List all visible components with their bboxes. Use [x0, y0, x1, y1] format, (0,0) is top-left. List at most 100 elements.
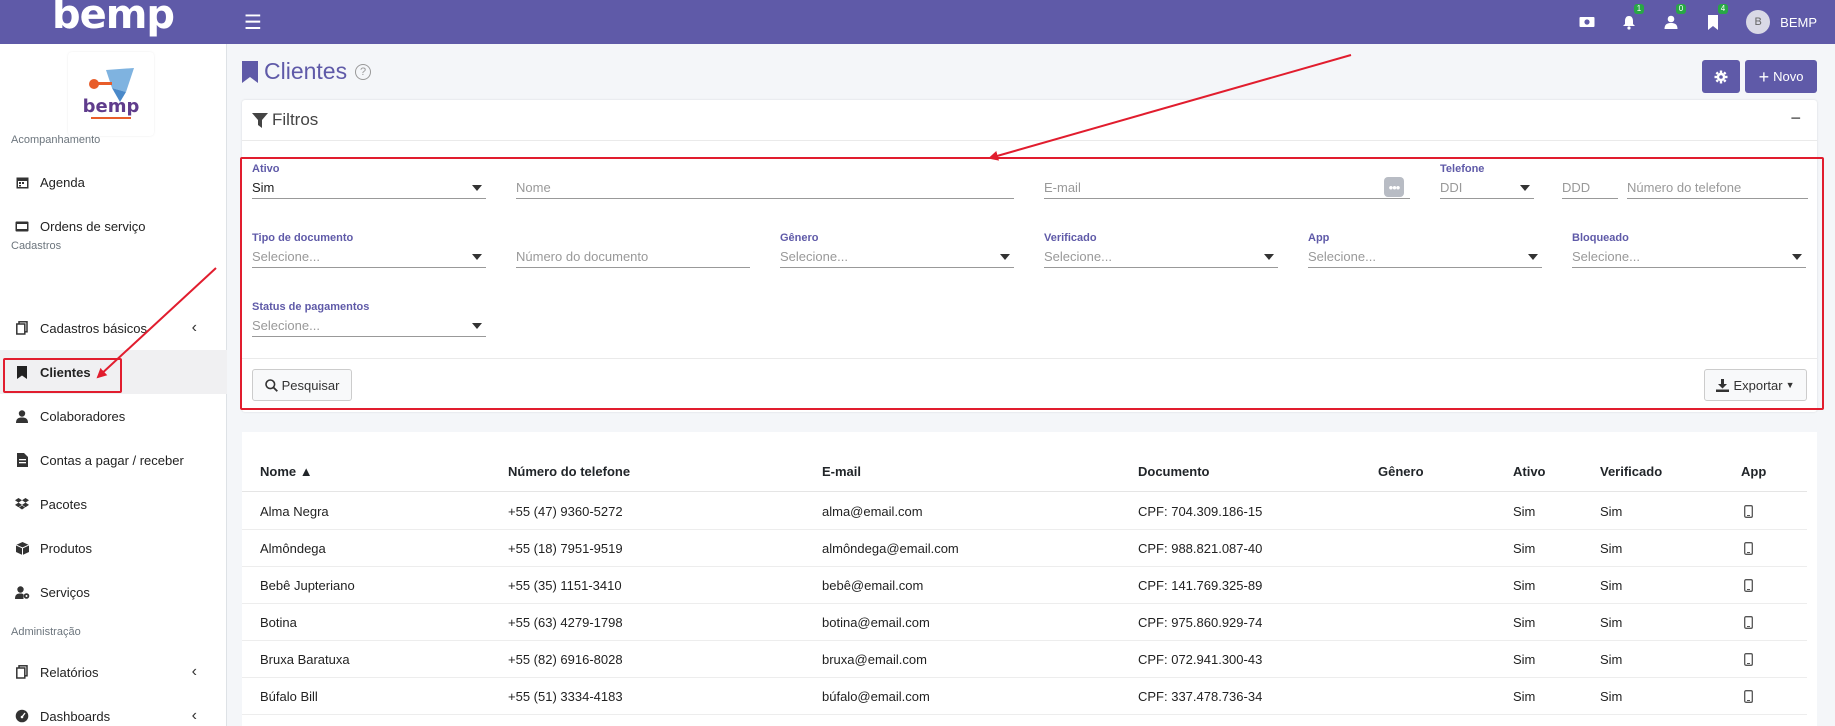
- cell-email: bebê@email.com: [822, 577, 924, 593]
- cell-documento: CPF: 975.860.929-74: [1138, 614, 1263, 630]
- sidebar-item-label: Contas a pagar / receber: [40, 452, 184, 468]
- phone-number-field[interactable]: Número do telefone: [1627, 177, 1808, 199]
- app-value[interactable]: Selecione...: [1308, 246, 1542, 268]
- menu-toggle-icon[interactable]: ☰: [244, 10, 262, 35]
- sidebar-item-relatorios[interactable]: Relatórios ‹: [0, 650, 227, 694]
- cell-nome: Almôndega: [260, 540, 326, 556]
- user-name: BEMP: [1780, 14, 1817, 30]
- numero-documento-input[interactable]: Número do documento: [516, 246, 750, 268]
- bloqueado-value[interactable]: Selecione...: [1572, 246, 1806, 268]
- table-row[interactable]: Bebê Jupteriano +55 (35) 1151-3410 bebê@em…: [242, 567, 1807, 604]
- tipo-documento-value[interactable]: Selecione...: [252, 246, 486, 268]
- sidebar-item-servicos[interactable]: Serviços: [0, 570, 227, 614]
- nome-field[interactable]: Nome: [516, 177, 1014, 199]
- cell-nome: Cebolinha X: [260, 715, 331, 726]
- verificado-value[interactable]: Selecione...: [1044, 246, 1278, 268]
- export-button[interactable]: Exportar ▼: [1704, 369, 1807, 401]
- new-client-button[interactable]: + Novo: [1745, 60, 1817, 93]
- cell-ativo: Sim: [1513, 688, 1536, 704]
- ddd-input[interactable]: DDD: [1562, 177, 1618, 199]
- phone-number-input[interactable]: Número do telefone: [1627, 177, 1808, 199]
- cell-email: alma@email.com: [822, 503, 923, 519]
- cell-documento: CPF: 988.821.087-40: [1138, 540, 1263, 556]
- cell-email: búfalo@email.com: [822, 688, 930, 704]
- cell-ativo: Sim: [1513, 503, 1536, 519]
- column-header-email[interactable]: E-mail: [822, 452, 861, 491]
- sidebar-item-label: Produtos: [40, 540, 93, 556]
- cell-verificado: Sim: [1600, 540, 1623, 556]
- numero-documento-field[interactable]: Número do documento: [516, 246, 750, 268]
- bloqueado-select[interactable]: Bloqueado Selecione...: [1572, 232, 1806, 268]
- settings-button[interactable]: [1702, 60, 1740, 93]
- table-row[interactable]: Búfalo Bill +55 (51) 3334-4183 búfalo@emai…: [242, 678, 1807, 715]
- email-field[interactable]: E-mail •••: [1044, 177, 1410, 199]
- table-row[interactable]: Bruxa Baratuxa +55 (82) 6916-8028 bruxa@em…: [242, 641, 1807, 678]
- verificado-label: Verificado: [1044, 232, 1097, 244]
- sidebar-item-label: Serviços: [40, 584, 90, 600]
- genero-label: Gênero: [780, 232, 819, 244]
- tipo-documento-select[interactable]: Tipo de documento Selecione...: [252, 232, 486, 268]
- users-badge: 0: [1675, 4, 1687, 14]
- box-icon: [14, 540, 30, 556]
- sidebar-item-colaboradores[interactable]: Colaboradores: [0, 394, 227, 438]
- email-input[interactable]: E-mail: [1044, 177, 1410, 199]
- caret-down-icon: [472, 254, 482, 260]
- nome-input[interactable]: Nome: [516, 177, 1014, 199]
- sidebar-item-dashboards[interactable]: Dashboards ‹: [0, 694, 227, 726]
- column-header-verificado[interactable]: Verificado: [1600, 452, 1662, 491]
- cell-ativo: Sim: [1513, 577, 1536, 593]
- top-navbar: bemp ☰ 1 0 4 B BEMP: [0, 0, 1835, 44]
- mobile-phone-icon: [1744, 678, 1753, 714]
- sidebar-item-label: Dashboards: [40, 708, 111, 724]
- sidebar-item-label: Colaboradores: [40, 408, 126, 424]
- sidebar-item-produtos[interactable]: Produtos: [0, 526, 227, 570]
- notifications-bell-icon[interactable]: 1: [1608, 0, 1650, 44]
- sidebar-item-cadastros-basicos[interactable]: Cadastros básicos ‹: [0, 306, 227, 350]
- invoice-icon: [14, 452, 30, 468]
- cell-telefone: +55 (35) 1151-3410: [508, 577, 622, 593]
- sidebar-item-clientes[interactable]: Clientes: [0, 350, 227, 394]
- minimize-icon[interactable]: −: [1790, 108, 1801, 129]
- cell-ativo: Sim: [1513, 540, 1536, 556]
- cell-documento: CPF: 072.941.300-43: [1138, 651, 1263, 667]
- genero-select[interactable]: Gênero Selecione...: [780, 232, 1014, 268]
- brand-logo[interactable]: bemp: [0, 0, 226, 38]
- sidebar-item-pacotes[interactable]: Pacotes: [0, 482, 227, 526]
- bookmark-icon: [242, 60, 258, 83]
- bookmarks-icon[interactable]: 4: [1692, 0, 1734, 44]
- user-menu[interactable]: B BEMP: [1746, 10, 1817, 34]
- genero-value[interactable]: Selecione...: [780, 246, 1014, 268]
- table-row[interactable]: Cebolinha X +55 (51) 895142-3677 cebolinha…: [242, 715, 1807, 726]
- password-manager-icon[interactable]: •••: [1384, 177, 1404, 197]
- help-icon[interactable]: ?: [355, 63, 372, 80]
- sidebar-item-contas[interactable]: Contas a pagar / receber: [0, 438, 227, 482]
- column-header-nome[interactable]: Nome ▲: [260, 452, 313, 491]
- ativo-select[interactable]: Ativo Sim: [252, 163, 486, 199]
- sidebar-section-cadastros: Cadastros: [11, 240, 62, 252]
- sidebar-item-agenda[interactable]: Agenda: [0, 160, 227, 204]
- column-header-app[interactable]: App: [1741, 452, 1766, 491]
- cash-icon[interactable]: [1566, 0, 1608, 44]
- column-header-genero[interactable]: Gênero: [1378, 452, 1424, 491]
- sidebar-section-administracao: Administração: [11, 626, 81, 638]
- status-pagamentos-select[interactable]: Status de pagamentos Selecione...: [252, 301, 486, 337]
- ativo-value[interactable]: Sim: [252, 177, 486, 199]
- ddd-field[interactable]: DDD: [1562, 177, 1618, 199]
- ddi-select[interactable]: Telefone DDI: [1440, 163, 1534, 199]
- table-row[interactable]: Alma Negra +55 (47) 9360-5272 alma@email.c…: [242, 493, 1807, 530]
- caret-down-icon: [472, 323, 482, 329]
- sidebar-item-label: Clientes: [40, 364, 91, 380]
- caret-down-icon: [1264, 254, 1274, 260]
- verificado-select[interactable]: Verificado Selecione...: [1044, 232, 1278, 268]
- search-button[interactable]: Pesquisar: [252, 369, 352, 401]
- column-header-ativo[interactable]: Ativo: [1513, 452, 1546, 491]
- users-icon[interactable]: 0: [1650, 0, 1692, 44]
- column-header-telefone[interactable]: Número do telefone: [508, 452, 630, 491]
- copy-icon: [14, 664, 30, 680]
- app-select[interactable]: App Selecione...: [1308, 232, 1542, 268]
- table-row[interactable]: Botina +55 (63) 4279-1798 botina@email.com…: [242, 604, 1807, 641]
- status-pagamentos-value[interactable]: Selecione...: [252, 315, 486, 337]
- table-row[interactable]: Almôndega +55 (18) 7951-9519 almôndega@ema…: [242, 530, 1807, 567]
- sidebar-section-acompanhamento: Acompanhamento: [11, 134, 101, 146]
- column-header-documento[interactable]: Documento: [1138, 452, 1210, 491]
